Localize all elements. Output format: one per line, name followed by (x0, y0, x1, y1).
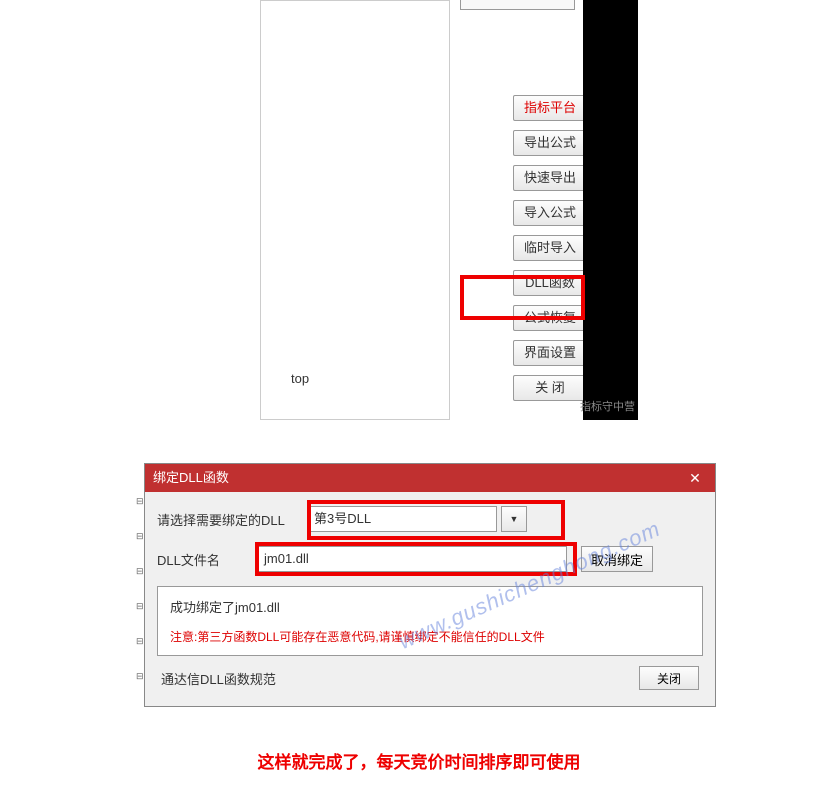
temp-import-button[interactable]: 临时导入 (513, 235, 588, 261)
dialog-bottom-row: 通达信DLL函数规范 关闭 (157, 666, 703, 690)
dialog-close-button[interactable]: 关闭 (639, 666, 699, 690)
dialog-body: 请选择需要绑定的DLL 第3号DLL ▼ DLL文件名 jm01.dll 取消绑… (145, 492, 715, 704)
file-label: DLL文件名 (157, 550, 257, 569)
small-edge-marks: ⊟⊟⊟⊟⊟⊟ (136, 483, 144, 693)
warning-message: 注意:第三方函数DLL可能存在恶意代码,请谨慎绑定不能信任的DLL文件 (170, 628, 690, 645)
ui-settings-button[interactable]: 界面设置 (513, 340, 588, 366)
select-dll-label: 请选择需要绑定的DLL (157, 510, 307, 529)
indicator-platform-button[interactable]: 指标平台 (513, 95, 588, 121)
cancel-bind-button[interactable]: 取消绑定 (581, 546, 653, 572)
dll-select-wrap: 第3号DLL ▼ (307, 506, 527, 532)
dll-file-input[interactable]: jm01.dll (257, 546, 567, 572)
watermark-text: 指标守中营 (580, 398, 635, 414)
dropdown-arrow-icon[interactable]: ▼ (501, 506, 527, 532)
select-dll-row: 请选择需要绑定的DLL 第3号DLL ▼ (157, 506, 703, 532)
bottom-instruction-text: 这样就完成了，每天竞价时间排序即可使用 (0, 748, 838, 773)
black-sidebar: 指标守中营 (583, 0, 638, 420)
left-panel: top (260, 0, 450, 420)
info-box: 成功绑定了jm01.dll 注意:第三方函数DLL可能存在恶意代码,请谨慎绑定不… (157, 586, 703, 656)
dialog-titlebar: 绑定DLL函数 ✕ (145, 464, 715, 492)
formula-restore-button[interactable]: 公式恢复 (513, 305, 588, 331)
left-panel-text: top (291, 371, 309, 386)
dialog-title-text: 绑定DLL函数 (153, 470, 229, 485)
dialog-close-icon[interactable]: ✕ (675, 464, 715, 492)
quick-export-button[interactable]: 快速导出 (513, 165, 588, 191)
import-formula-button[interactable]: 导入公式 (513, 200, 588, 226)
export-formula-button[interactable]: 导出公式 (513, 130, 588, 156)
file-row: DLL文件名 jm01.dll 取消绑定 (157, 546, 703, 572)
close-button[interactable]: 关 闭 (513, 375, 588, 401)
bind-dll-dialog: 绑定DLL函数 ✕ 请选择需要绑定的DLL 第3号DLL ▼ DLL文件名 jm… (144, 463, 716, 707)
dll-spec-link[interactable]: 通达信DLL函数规范 (161, 669, 276, 688)
top-screenshot: top 指标平台 导出公式 快速导出 导入公式 临时导入 DLL函数 公式恢复 … (260, 0, 630, 420)
dll-select-input[interactable]: 第3号DLL (307, 506, 497, 532)
success-message: 成功绑定了jm01.dll (170, 597, 690, 616)
dll-function-button[interactable]: DLL函数 (513, 270, 588, 296)
